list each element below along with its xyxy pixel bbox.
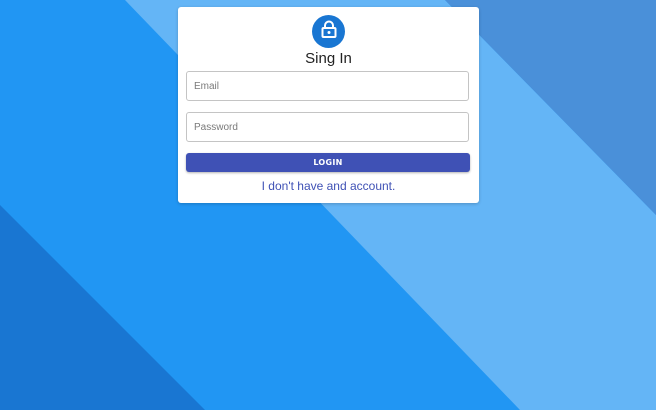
password-field[interactable]: [187, 113, 468, 141]
page-title: Sing In: [305, 50, 352, 67]
lock-avatar: [312, 15, 345, 48]
login-button[interactable]: LOGIN: [186, 153, 470, 172]
email-field-container: [186, 71, 469, 101]
lock-icon: [321, 20, 337, 43]
login-card: Sing In LOGIN I don't have and account.: [178, 7, 479, 203]
password-field-container: [186, 112, 469, 142]
email-field[interactable]: [187, 72, 468, 100]
signup-link[interactable]: I don't have and account.: [178, 179, 479, 193]
